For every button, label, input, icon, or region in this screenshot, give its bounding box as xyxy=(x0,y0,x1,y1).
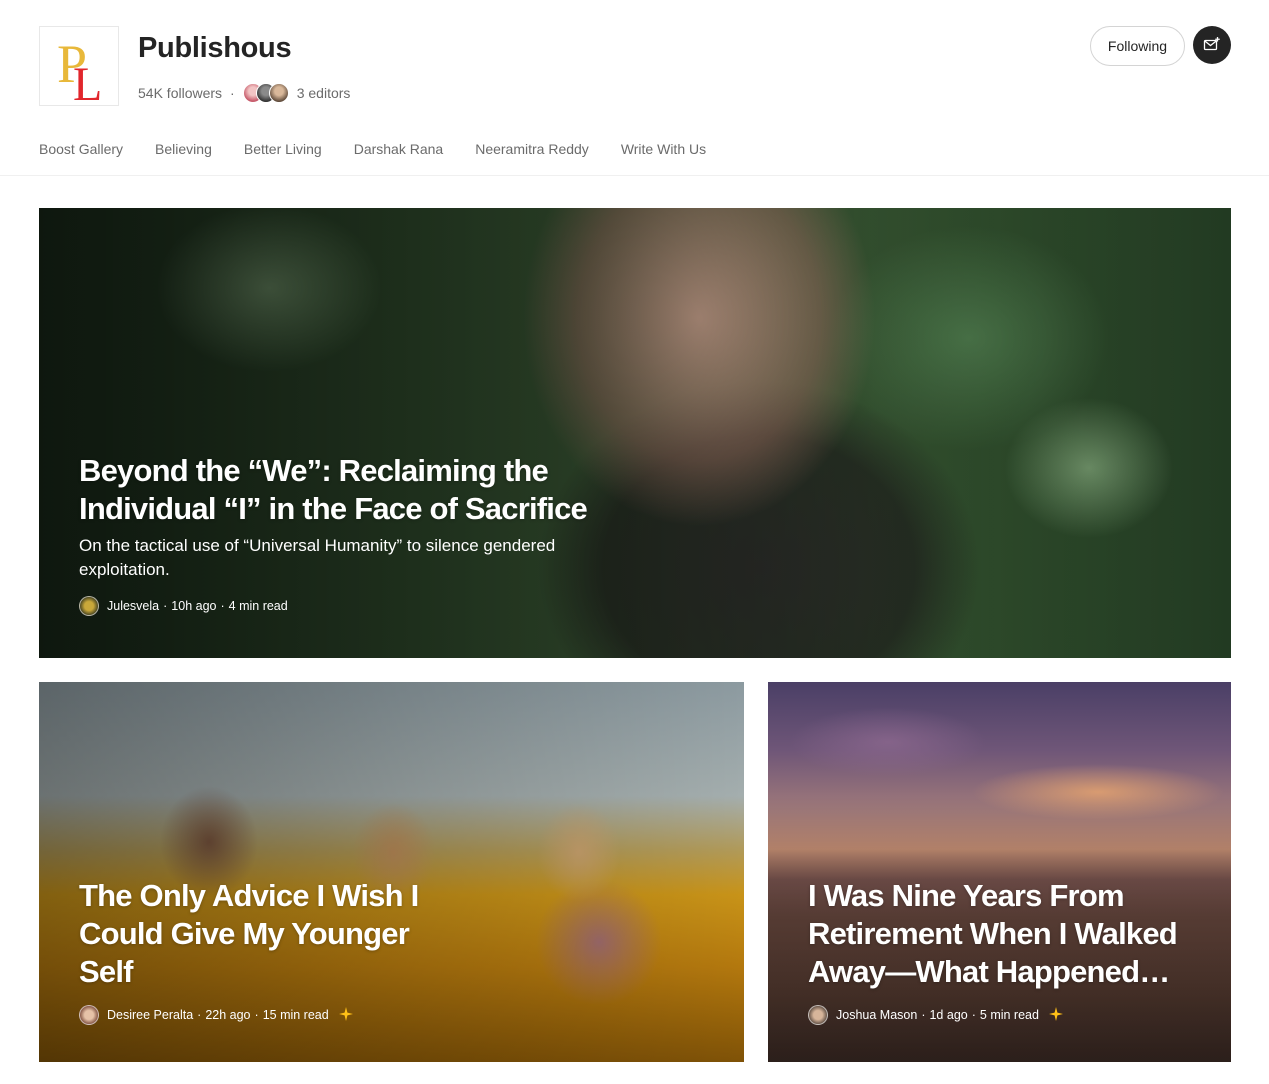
following-button[interactable]: Following xyxy=(1090,26,1185,66)
member-only-sparkle-icon xyxy=(338,1006,353,1024)
publication-logo[interactable]: P L xyxy=(39,26,119,106)
editor-avatars[interactable] xyxy=(242,83,289,103)
editors-count[interactable]: 3 editors xyxy=(297,85,351,101)
story-title[interactable]: Beyond the “We”: Reclaiming the Individu… xyxy=(79,452,599,528)
nav-item-better-living[interactable]: Better Living xyxy=(244,141,322,157)
editor-avatar xyxy=(268,83,289,103)
member-only-sparkle-icon xyxy=(1048,1006,1063,1024)
story-card[interactable]: I Was Nine Years From Retirement When I … xyxy=(768,682,1231,1062)
story-text: I Was Nine Years From Retirement When I … xyxy=(808,877,1208,1025)
author-avatar[interactable] xyxy=(79,596,99,616)
story-title[interactable]: The Only Advice I Wish I Could Give My Y… xyxy=(79,877,439,991)
read-time: 5 min read xyxy=(979,1008,1039,1022)
mail-plus-icon xyxy=(1203,37,1220,51)
meta-separator: · xyxy=(230,85,235,101)
author-name[interactable]: Desiree Peralta xyxy=(107,1008,193,1022)
story-text: The Only Advice I Wish I Could Give My Y… xyxy=(79,877,439,1025)
followers-count[interactable]: 54K followers xyxy=(138,85,222,101)
read-time: 4 min read xyxy=(228,599,288,613)
story-byline: Joshua Mason · 1d ago · 5 min read xyxy=(808,1005,1208,1025)
story-byline: Desiree Peralta · 22h ago · 15 min read xyxy=(79,1005,439,1025)
byline-separator: · xyxy=(921,1008,926,1022)
byline-separator: · xyxy=(197,1008,202,1022)
publication-meta: 54K followers · 3 editors xyxy=(138,82,350,104)
byline-separator: · xyxy=(220,599,225,613)
publish-time: 10h ago xyxy=(171,599,217,613)
author-avatar[interactable] xyxy=(79,1005,99,1025)
author-avatar[interactable] xyxy=(808,1005,828,1025)
publish-time: 22h ago xyxy=(205,1008,251,1022)
author-name[interactable]: Joshua Mason xyxy=(836,1008,917,1022)
nav-item-believing[interactable]: Believing xyxy=(155,141,212,157)
nav-item-darshak-rana[interactable]: Darshak Rana xyxy=(354,141,444,157)
publication-name[interactable]: Publishous xyxy=(138,32,292,65)
publication-header: P L Publishous 54K followers · 3 editors… xyxy=(0,0,1269,176)
nav-item-neeramitra-reddy[interactable]: Neeramitra Reddy xyxy=(475,141,589,157)
story-title[interactable]: I Was Nine Years From Retirement When I … xyxy=(808,877,1208,991)
story-byline: Julesvela · 10h ago · 4 min read xyxy=(79,596,599,616)
nav-item-write-with-us[interactable]: Write With Us xyxy=(621,141,706,157)
svg-text:L: L xyxy=(73,58,102,106)
subscribe-button[interactable] xyxy=(1193,26,1231,64)
story-subtitle[interactable]: On the tactical use of “Universal Humani… xyxy=(79,534,599,582)
byline-separator: · xyxy=(163,599,168,613)
author-name[interactable]: Julesvela xyxy=(107,599,159,613)
story-card[interactable]: The Only Advice I Wish I Could Give My Y… xyxy=(39,682,744,1062)
byline-separator: · xyxy=(971,1008,976,1022)
logo-mark-icon: P L xyxy=(57,34,102,106)
publication-nav: Boost Gallery Believing Better Living Da… xyxy=(39,141,738,157)
byline-separator: · xyxy=(254,1008,259,1022)
story-text: Beyond the “We”: Reclaiming the Individu… xyxy=(79,452,599,616)
publish-time: 1d ago xyxy=(929,1008,968,1022)
nav-item-boost-gallery[interactable]: Boost Gallery xyxy=(39,141,123,157)
featured-story-card[interactable]: Beyond the “We”: Reclaiming the Individu… xyxy=(39,208,1231,658)
read-time: 15 min read xyxy=(262,1008,329,1022)
